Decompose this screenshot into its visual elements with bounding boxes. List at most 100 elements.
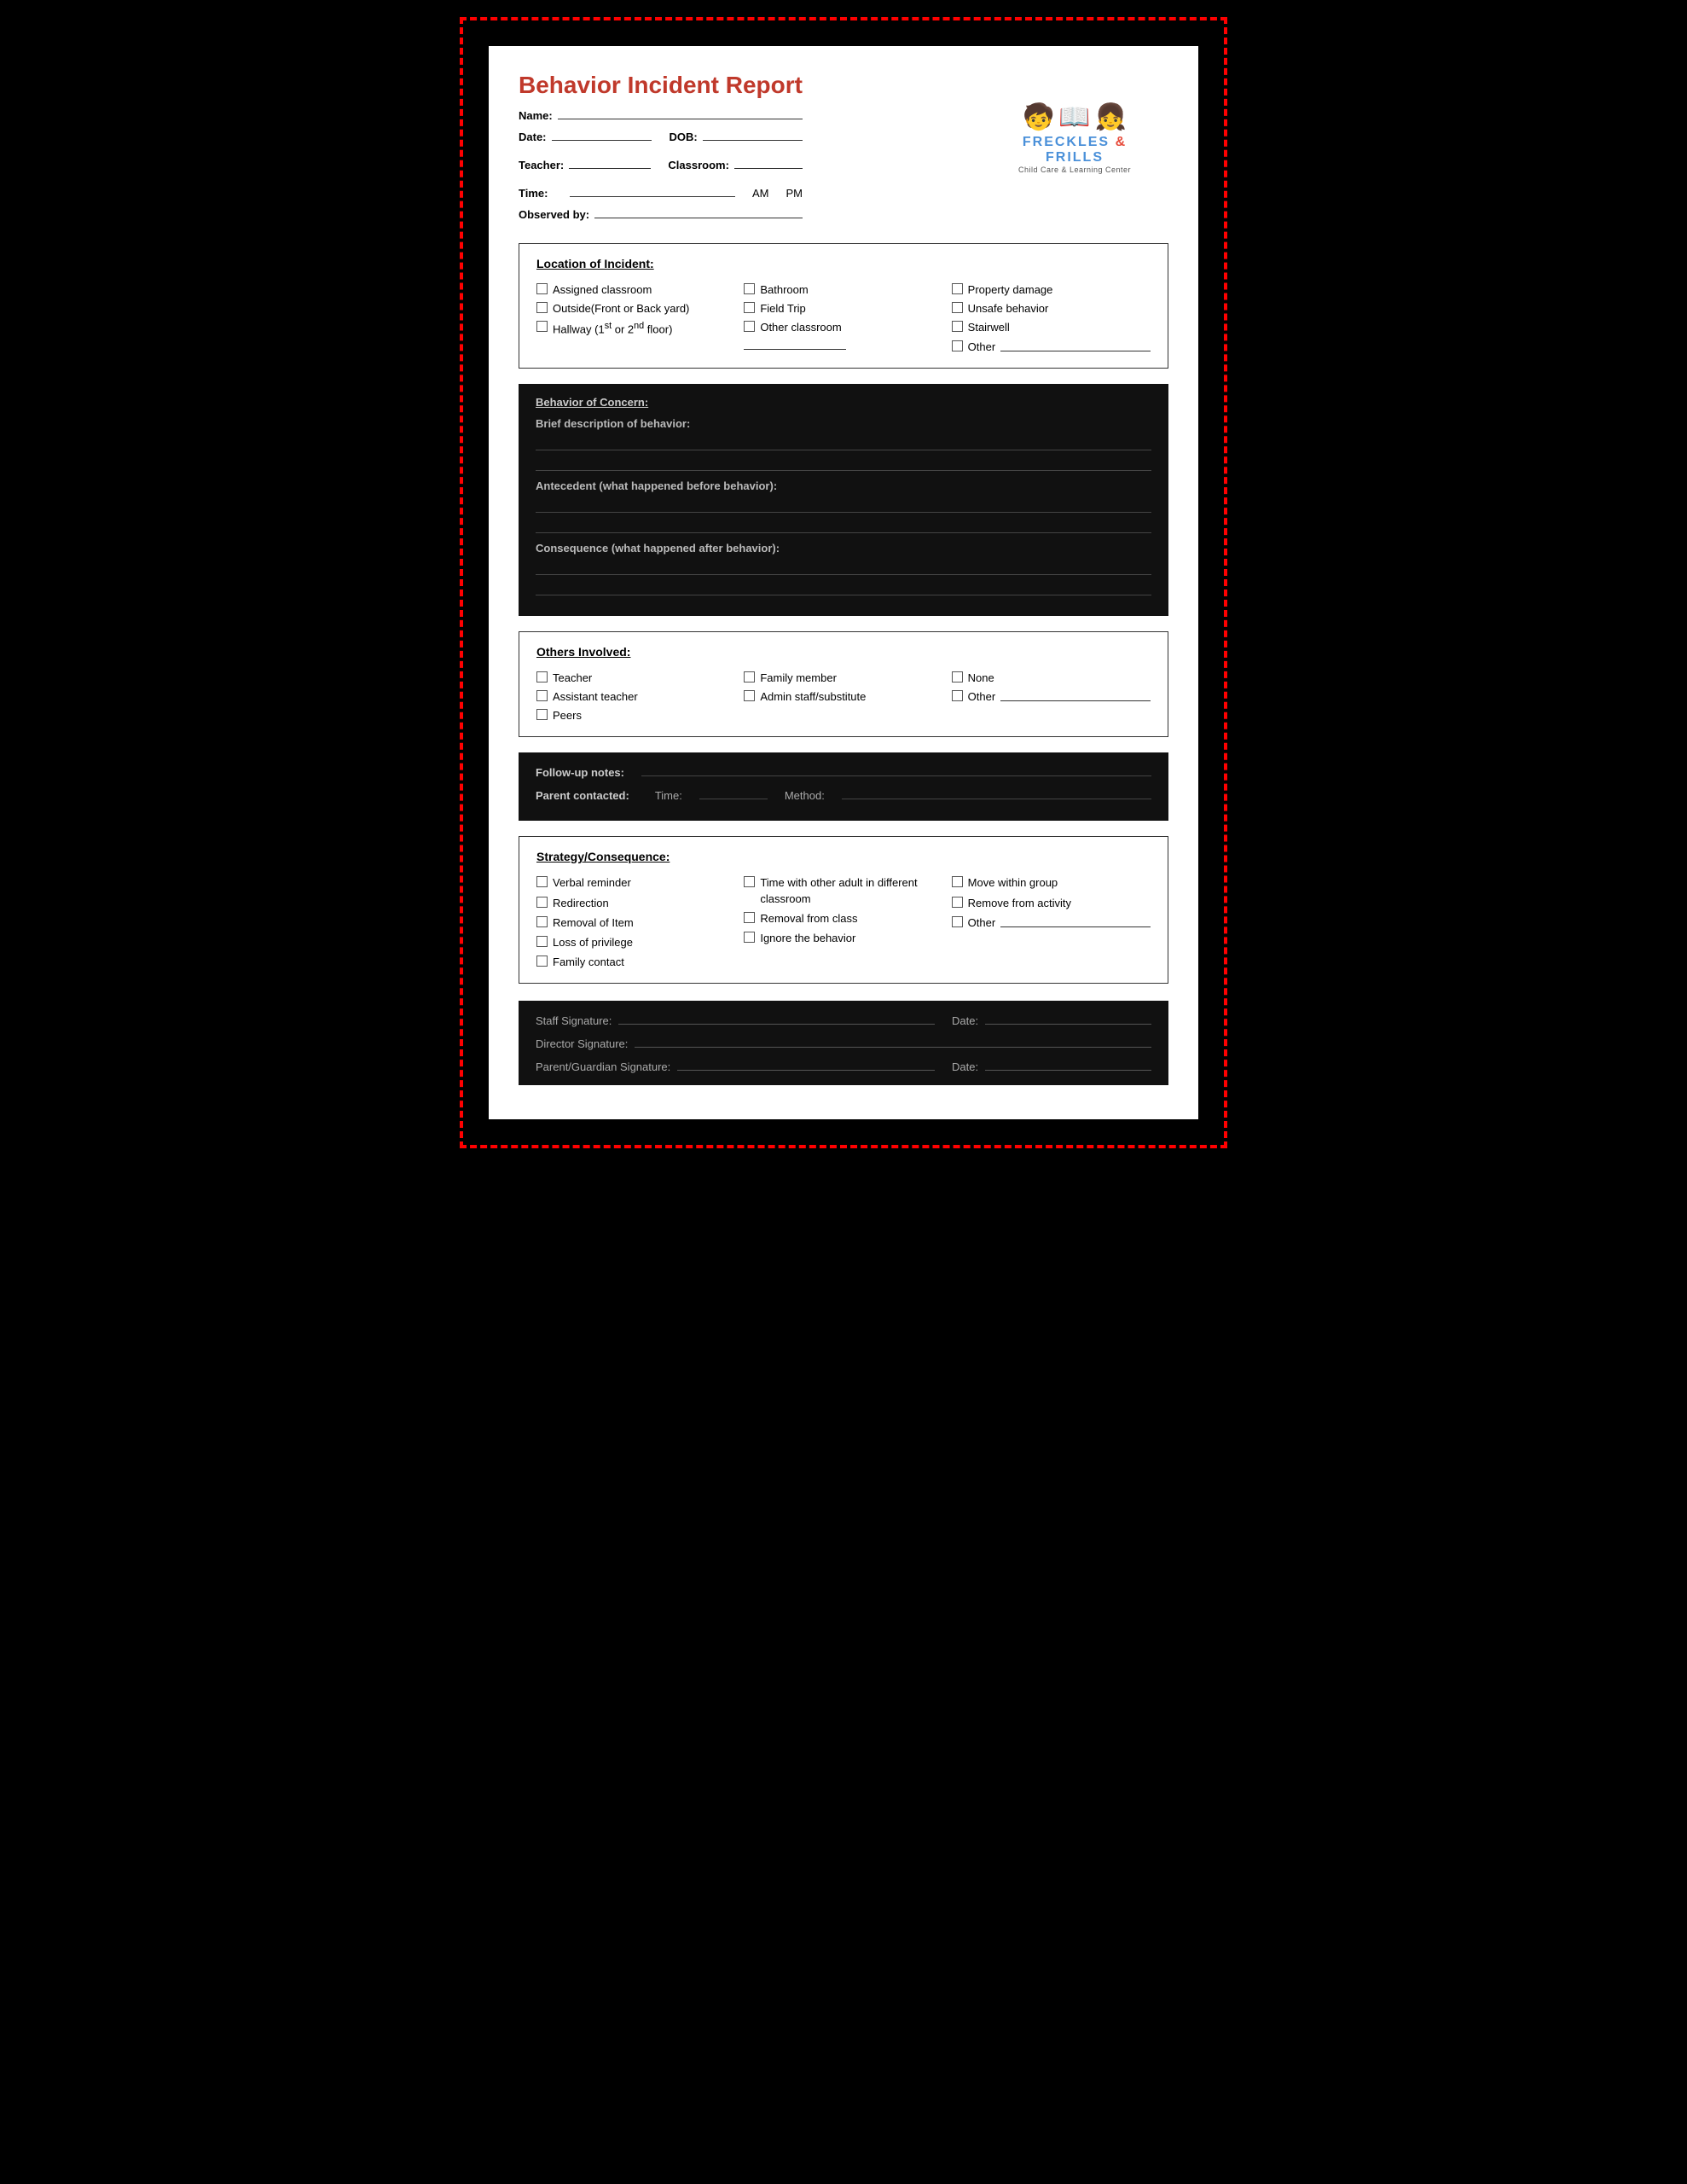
location-title: Location of Incident: [536, 257, 1151, 270]
location-label-stairwell: Stairwell [968, 320, 1010, 335]
logo-icon-child2: 👧 [1095, 102, 1127, 132]
sig-row2: Director Signature: [536, 1036, 1151, 1050]
checkbox-other-others[interactable] [952, 690, 963, 701]
checkbox-other-strat[interactable] [952, 916, 963, 927]
parent-date-input[interactable] [985, 1059, 1151, 1071]
list-item: Other classroom [744, 320, 942, 335]
antecedent-row: Antecedent (what happened before behavio… [536, 479, 1151, 533]
logo-name: FRECKLES & FRILLS [998, 135, 1151, 166]
others-label-admin: Admin staff/substitute [760, 689, 866, 705]
teacher-label: Teacher: [519, 159, 564, 171]
description-row: Brief description of behavior: [536, 417, 1151, 471]
location-label-hallway: Hallway (1st or 2nd floor) [553, 320, 672, 338]
classroom-input[interactable] [734, 157, 803, 169]
observed-input[interactable] [594, 206, 803, 218]
others-label-other: Other [968, 689, 996, 705]
consequence-line1[interactable] [536, 558, 1151, 575]
time-input2[interactable] [699, 787, 768, 799]
strategy-title: Strategy/Consequence: [536, 850, 1151, 863]
description-line1[interactable] [536, 433, 1151, 450]
location-label-assigned: Assigned classroom [553, 282, 652, 298]
checkbox-time-other[interactable] [744, 876, 755, 887]
location-col3: Property damage Unsafe behavior Stairwel… [952, 282, 1151, 355]
consequence-line2[interactable] [536, 578, 1151, 595]
checkbox-hallway[interactable] [536, 321, 548, 332]
method-input[interactable] [842, 787, 1151, 799]
logo-icons: 🧒 📖 👧 [1023, 102, 1127, 132]
logo-frills: FRILLS [1046, 150, 1104, 165]
antecedent-line1[interactable] [536, 496, 1151, 513]
parent-sig-label: Parent/Guardian Signature: [536, 1060, 670, 1073]
other-classroom-input[interactable] [744, 338, 846, 350]
checkbox-family-contact[interactable] [536, 956, 548, 967]
checkbox-remove-item[interactable] [536, 916, 548, 927]
logo-area: 🧒 📖 👧 FRECKLES & FRILLS Child Care & Lea… [998, 72, 1168, 174]
followup-input[interactable] [641, 764, 1151, 776]
strategy-grid: Verbal reminder Redirection Removal of I… [536, 875, 1151, 970]
list-item: Other [952, 915, 1151, 931]
behavior-title: Behavior of Concern: [536, 396, 1151, 409]
checkbox-redirect[interactable] [536, 897, 548, 908]
checkbox-outside[interactable] [536, 302, 548, 313]
report-title: Behavior Incident Report [519, 72, 803, 99]
list-item: Bathroom [744, 282, 942, 298]
location-label-unsafe: Unsafe behavior [968, 301, 1049, 317]
checkbox-none[interactable] [952, 671, 963, 682]
parent-sig-input[interactable] [677, 1059, 935, 1071]
director-sig-input[interactable] [635, 1036, 1151, 1048]
name-input[interactable] [558, 107, 803, 119]
header-row: Behavior Incident Report Name: Date: DOB… [519, 72, 1168, 228]
date-input[interactable] [552, 129, 652, 141]
dob-field: DOB: [669, 129, 802, 143]
strategy-label-redirect: Redirection [553, 896, 609, 911]
checkbox-peers[interactable] [536, 709, 548, 720]
other-strat-input[interactable] [1000, 915, 1151, 927]
teacher-field: Teacher: [519, 157, 651, 171]
sig-date-input[interactable] [985, 1013, 1151, 1025]
strategy-col3: Move within group Remove from activity O… [952, 875, 1151, 970]
checkbox-teacher[interactable] [536, 671, 548, 682]
antecedent-line2[interactable] [536, 516, 1151, 533]
sig-row3: Parent/Guardian Signature: Date: [536, 1059, 1151, 1073]
dob-label: DOB: [669, 131, 697, 143]
director-sig-item: Director Signature: [536, 1036, 1151, 1050]
checkbox-remove-activity[interactable] [952, 897, 963, 908]
checkbox-admin[interactable] [744, 690, 755, 701]
checkbox-asst-teacher[interactable] [536, 690, 548, 701]
others-label-teacher: Teacher [553, 671, 592, 686]
checkbox-fieldtrip[interactable] [744, 302, 755, 313]
checkbox-unsafe[interactable] [952, 302, 963, 313]
other-others-input[interactable] [1000, 689, 1151, 701]
checkbox-loss-priv[interactable] [536, 936, 548, 947]
others-label-peers: Peers [553, 708, 582, 723]
time-input[interactable] [570, 185, 735, 197]
location-col1: Assigned classroom Outside(Front or Back… [536, 282, 735, 355]
other-loc-input[interactable] [1000, 340, 1151, 351]
staff-sig-input[interactable] [618, 1013, 935, 1025]
checkbox-verbal[interactable] [536, 876, 548, 887]
time-label2: Time: [655, 789, 682, 802]
checkbox-move-group[interactable] [952, 876, 963, 887]
checkbox-stairwell[interactable] [952, 321, 963, 332]
checkbox-ignore[interactable] [744, 932, 755, 943]
location-label-fieldtrip: Field Trip [760, 301, 805, 317]
teacher-input[interactable] [569, 157, 651, 169]
dob-input[interactable] [703, 129, 803, 141]
list-item: Assigned classroom [536, 282, 735, 298]
checkbox-assigned[interactable] [536, 283, 548, 294]
checkbox-property[interactable] [952, 283, 963, 294]
location-label-bathroom: Bathroom [760, 282, 808, 298]
strategy-label-ignore: Ignore the behavior [760, 931, 855, 946]
checkbox-other-loc[interactable] [952, 340, 963, 351]
others-label-none: None [968, 671, 994, 686]
checkbox-family[interactable] [744, 671, 755, 682]
time-row: Time: AM PM [519, 185, 803, 200]
strategy-label-loss-priv: Loss of privilege [553, 935, 633, 950]
time-label: Time: [519, 187, 548, 200]
checkbox-bathroom[interactable] [744, 283, 755, 294]
description-line2[interactable] [536, 454, 1151, 471]
teacher-classroom-row: Teacher: Classroom: [519, 157, 803, 178]
checkbox-removal-class[interactable] [744, 912, 755, 923]
page-border: Behavior Incident Report Name: Date: DOB… [460, 17, 1227, 1148]
checkbox-other-classroom[interactable] [744, 321, 755, 332]
